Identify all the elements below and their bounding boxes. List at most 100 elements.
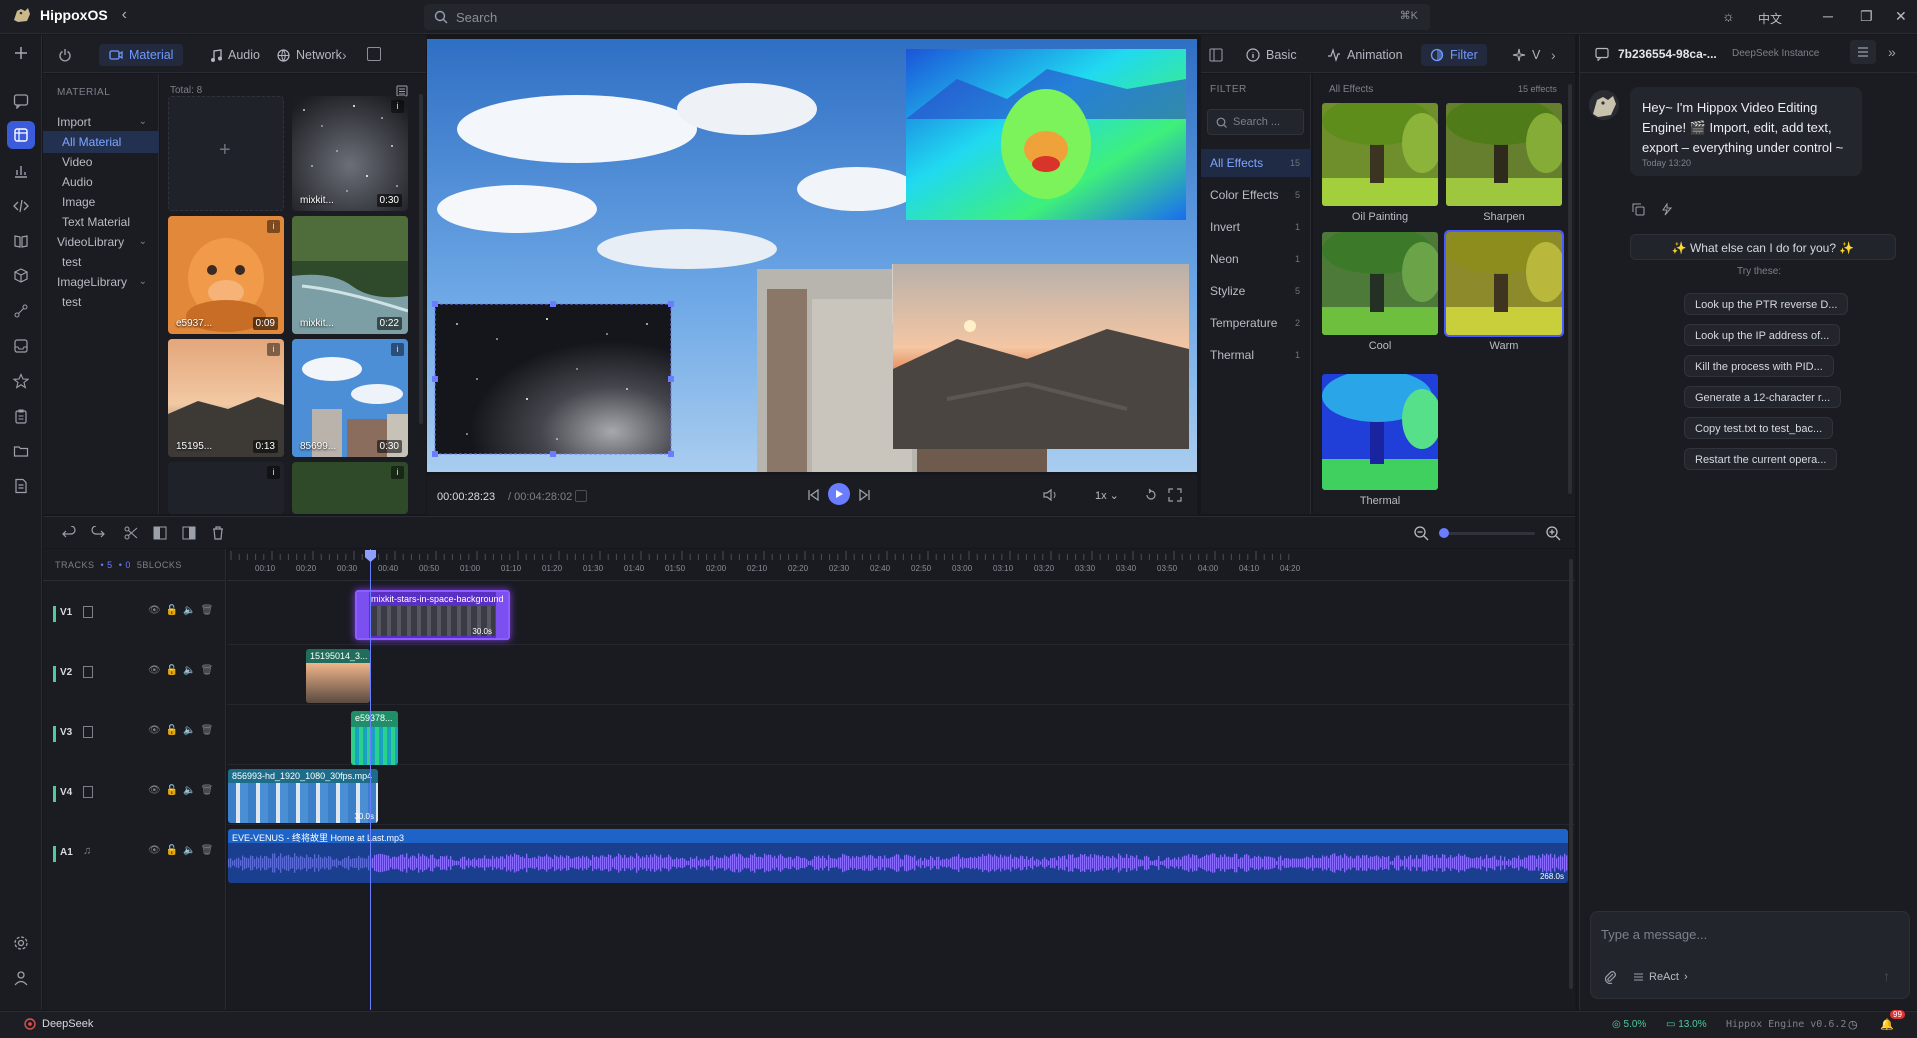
import-material-button[interactable]: + — [168, 96, 284, 211]
material-item[interactable]: i 85699... 0:30 — [292, 339, 408, 457]
effect-thermal[interactable]: Thermal — [1322, 374, 1438, 507]
volume-icon[interactable] — [1043, 488, 1059, 502]
playback-speed[interactable]: 1x ⌄ — [1095, 489, 1119, 502]
info-icon[interactable]: i — [267, 220, 280, 233]
delete-icon[interactable] — [211, 526, 225, 540]
chat-menu-button[interactable] — [1850, 40, 1876, 64]
category-text-material[interactable]: Text Material — [43, 211, 159, 233]
chat-icon[interactable] — [11, 91, 31, 111]
copy-icon[interactable] — [1632, 203, 1645, 216]
document-icon[interactable] — [11, 476, 31, 496]
undo-icon[interactable] — [62, 526, 76, 540]
zoom-in-icon[interactable] — [1545, 525, 1561, 541]
suggestion-chip[interactable]: Look up the IP address of... — [1684, 324, 1841, 346]
theme-toggle-icon[interactable]: ☼ — [1722, 8, 1735, 24]
timeline-clip[interactable]: e59378... — [351, 711, 398, 765]
minimize-icon[interactable]: ─ — [1823, 8, 1833, 24]
skip-forward-icon[interactable] — [858, 488, 872, 502]
star-icon[interactable] — [11, 371, 31, 391]
close-icon[interactable]: ✕ — [1895, 8, 1907, 25]
send-icon[interactable]: ↑ — [1883, 968, 1890, 984]
material-item[interactable]: i — [292, 462, 408, 514]
effect-sharpen[interactable]: Sharpen — [1446, 103, 1562, 223]
info-icon[interactable]: i — [391, 466, 404, 479]
filter-category-temperature[interactable]: Temperature 2 — [1201, 309, 1311, 337]
category-all-material[interactable]: All Material — [43, 131, 159, 153]
clip-trim-handle-left[interactable] — [357, 592, 369, 638]
material-scrollbar[interactable] — [419, 94, 423, 424]
zoom-out-icon[interactable] — [1413, 525, 1429, 541]
filter-category-neon[interactable]: Neon 1 — [1201, 245, 1311, 273]
material-item[interactable]: i — [168, 462, 284, 514]
split-right-icon[interactable] — [182, 526, 196, 540]
video-editor-icon[interactable] — [7, 121, 35, 149]
fullscreen-icon[interactable] — [1168, 488, 1182, 502]
skip-back-icon[interactable] — [806, 488, 820, 502]
redo-icon[interactable] — [91, 526, 105, 540]
folder-icon[interactable] — [11, 441, 31, 461]
panel-toggle-icon[interactable] — [367, 47, 381, 61]
regenerate-icon[interactable] — [1660, 203, 1673, 216]
snapshot-icon[interactable] — [575, 490, 587, 502]
material-item[interactable]: i 15195... 0:13 — [168, 339, 284, 457]
material-item[interactable]: i mixkit... 0:30 — [292, 96, 408, 211]
session-id[interactable]: 7b236554-98ca-... — [1618, 47, 1717, 61]
book-icon[interactable] — [11, 231, 31, 251]
effect-cool[interactable]: Cool — [1322, 232, 1438, 352]
category-import[interactable]: Import ⌄ — [43, 111, 159, 133]
tab-material[interactable]: Material — [99, 44, 184, 66]
track-lane-v4[interactable]: 856993-hd_1920_1080_30fps.mp4 30.0s — [227, 765, 1575, 825]
material-item[interactable]: i e5937... 0:09 — [168, 216, 284, 334]
panel-toggle-icon[interactable] — [1209, 44, 1223, 66]
clock-icon[interactable]: ◷ — [1848, 1018, 1858, 1031]
effects-scrollbar[interactable] — [1568, 84, 1572, 494]
category-imagelibrary[interactable]: ImageLibrary ⌄ — [43, 271, 159, 293]
track-lane-v2[interactable]: 15195014_3... — [227, 645, 1575, 705]
track-controls[interactable]: 👁🔓🔈🗑 — [148, 605, 218, 616]
info-icon[interactable]: i — [267, 466, 280, 479]
category-imagelibrary-test[interactable]: test — [43, 291, 159, 313]
filter-search-input[interactable]: Search ... — [1207, 109, 1304, 135]
settings-icon[interactable] — [11, 933, 31, 953]
audio-clip[interactable]: EVE-VENUS - 终将故里 Home at Last.mp3 268.0s — [228, 829, 1568, 883]
user-icon[interactable] — [11, 968, 31, 988]
playhead[interactable] — [370, 549, 371, 1010]
global-search[interactable]: Search ⌘K — [424, 4, 1430, 30]
info-icon[interactable]: i — [391, 100, 404, 113]
package-icon[interactable] — [11, 266, 31, 286]
suggestion-chip[interactable]: Copy test.txt to test_bac... — [1684, 417, 1834, 439]
video-preview[interactable] — [427, 39, 1197, 472]
loop-icon[interactable] — [1144, 488, 1158, 502]
inbox-icon[interactable] — [11, 336, 31, 356]
power-icon[interactable] — [58, 44, 72, 66]
suggestion-chip[interactable]: Kill the process with PID... — [1684, 355, 1834, 377]
tab-filter[interactable]: Filter — [1421, 44, 1487, 66]
time-ruler[interactable]: 00:10 00:20 00:30 00:40 00:50 01:00 01:10 01:20… — [227, 549, 1575, 581]
filter-category-thermal[interactable]: Thermal 1 — [1201, 341, 1311, 369]
tab-scroll-right-icon[interactable]: › — [342, 44, 347, 66]
language-switch[interactable]: 中文 — [1758, 10, 1782, 27]
tab-audio[interactable]: Audio — [210, 44, 260, 66]
message-input[interactable]: Type a message... — [1601, 927, 1707, 942]
zoom-slider-handle[interactable] — [1439, 528, 1449, 538]
category-videolibrary[interactable]: VideoLibrary ⌄ — [43, 231, 159, 253]
tab-network[interactable]: Network — [277, 44, 342, 66]
material-item[interactable]: mixkit... 0:22 — [292, 216, 408, 334]
maximize-icon[interactable]: ❐ — [1860, 8, 1873, 25]
filter-category-stylize[interactable]: Stylize 5 — [1201, 277, 1311, 305]
track-lane-a1[interactable]: EVE-VENUS - 终将故里 Home at Last.mp3 268.0s — [227, 825, 1575, 885]
info-icon[interactable]: i — [267, 343, 280, 356]
code-icon[interactable] — [11, 196, 31, 216]
tab-more[interactable]: V — [1512, 44, 1540, 66]
tab-scroll-right-icon[interactable]: › — [1551, 44, 1556, 66]
mode-selector[interactable]: ReAct › — [1633, 971, 1688, 983]
suggestion-chip[interactable]: Generate a 12-character r... — [1684, 386, 1842, 408]
filter-category-color-effects[interactable]: Color Effects 5 — [1201, 181, 1311, 209]
filter-category-invert[interactable]: Invert 1 — [1201, 213, 1311, 241]
track-controls[interactable]: 👁🔓🔈🗑 — [148, 845, 218, 856]
zoom-slider[interactable] — [1441, 532, 1535, 535]
split-left-icon[interactable] — [153, 526, 167, 540]
info-icon[interactable]: i — [391, 343, 404, 356]
category-image[interactable]: Image — [43, 191, 159, 213]
bell-icon[interactable]: 🔔 — [1880, 1018, 1894, 1031]
